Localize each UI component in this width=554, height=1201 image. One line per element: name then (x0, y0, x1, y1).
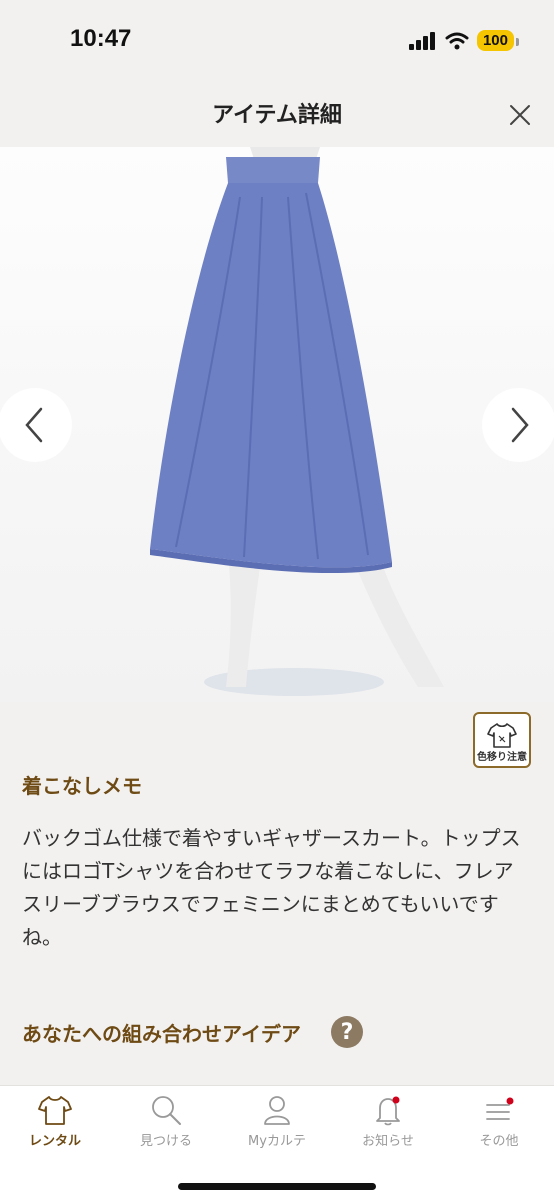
tab-label-discover: 見つける (139, 1134, 192, 1149)
ideas-title: あなたへの組み合わせアイデア (22, 1022, 301, 1046)
wifi-icon (445, 32, 469, 49)
battery-indicator: 100 (476, 30, 520, 51)
tab-notifications[interactable]: お知らせ (333, 1094, 443, 1149)
tab-other[interactable]: その他 (444, 1094, 554, 1149)
status-time: 10:47 (70, 25, 132, 52)
tab-rental[interactable]: レンタル (0, 1094, 110, 1149)
chevron-right-icon (511, 407, 529, 443)
status-icons: 100 (408, 30, 520, 51)
item-photo (0, 147, 554, 702)
tshirt-warning-icon (487, 723, 517, 748)
signal-icon (408, 31, 435, 50)
page-title: アイテム詳細 (212, 103, 342, 128)
person-icon (264, 1096, 290, 1125)
search-icon (152, 1096, 181, 1125)
next-image-button[interactable] (482, 388, 554, 462)
tab-label-rental: レンタル (28, 1134, 81, 1149)
menu-icon (486, 1097, 514, 1120)
tab-label-other: その他 (479, 1134, 519, 1149)
skirt-image (150, 147, 444, 696)
home-indicator[interactable] (178, 1183, 376, 1190)
tab-label-my-karte: Myカルテ (248, 1134, 306, 1149)
tab-my-karte[interactable]: Myカルテ (222, 1094, 332, 1149)
bell-icon (376, 1096, 400, 1126)
question-icon: ? (340, 1019, 354, 1045)
tshirt-icon (38, 1096, 72, 1125)
badge-label: 色移り注意 (477, 752, 527, 763)
chevron-left-icon (25, 407, 43, 443)
color-transfer-warning-badge: 色移り注意 (473, 712, 531, 768)
status-bar: 10:47 100 (0, 0, 554, 85)
tab-label-notifications: お知らせ (362, 1134, 414, 1149)
memo-body: バックゴム仕様で着やすいギャザースカート。トップスにはロゴTシャツを合わせてラフ… (22, 826, 521, 949)
help-button[interactable]: ? (331, 1016, 363, 1048)
previous-image-button[interactable] (0, 388, 72, 462)
page-header: アイテム詳細 (0, 85, 554, 147)
close-icon[interactable] (508, 103, 532, 127)
tab-discover[interactable]: 見つける (111, 1094, 221, 1149)
memo-title: 着こなしメモ (22, 774, 142, 798)
